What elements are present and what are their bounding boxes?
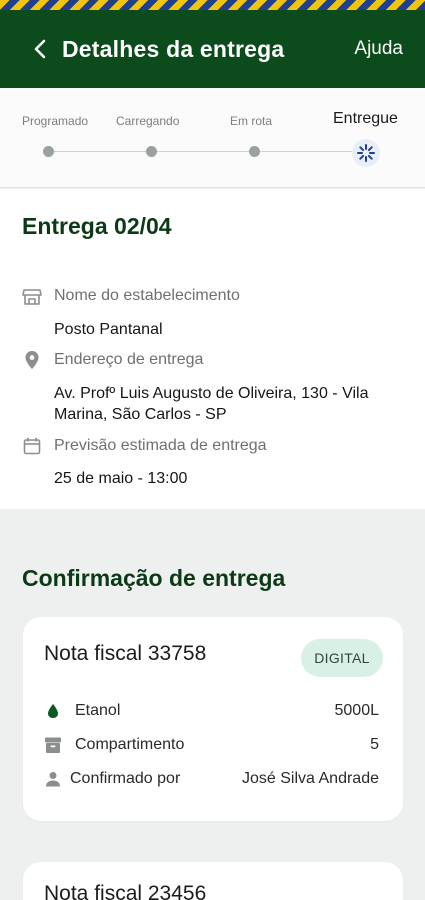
calendar-icon	[22, 436, 42, 456]
help-button[interactable]: Ajuda	[354, 38, 403, 60]
product-value: 5000L	[334, 702, 380, 719]
invoice-title: Nota fiscal 23456	[44, 882, 207, 900]
step-dot	[146, 146, 157, 157]
confirmed-by-label: Confirmado por	[70, 770, 181, 787]
confirmed-by-value: José Silva Andrade	[242, 770, 379, 787]
drop-icon	[44, 702, 62, 720]
back-arrow-icon	[34, 39, 46, 59]
compartment-label: Compartimento	[75, 736, 185, 753]
eta-value: 25 de maio - 13:00	[54, 470, 188, 487]
establishment-value: Posto Pantanal	[54, 321, 163, 338]
step-label-programado: Programado	[22, 114, 89, 128]
step-label-carregando: Carregando	[116, 114, 180, 128]
store-icon	[22, 287, 42, 307]
back-button[interactable]	[26, 35, 54, 63]
confirmation-title: Confirmação de entrega	[22, 565, 286, 591]
person-icon	[44, 770, 62, 788]
step-label-entregue: Entregue	[333, 110, 398, 127]
product-label: Etanol	[75, 702, 121, 719]
address-label: Endereço de entrega	[54, 351, 204, 368]
archive-icon	[44, 736, 62, 754]
page-title: Detalhes da entrega	[62, 35, 285, 62]
step-dot	[43, 146, 54, 157]
delivery-info-section: Entrega 02/04 Nome do estabelecimento Po…	[0, 189, 425, 509]
step-dot	[249, 146, 260, 157]
delivery-title: Entrega 02/04	[22, 213, 172, 239]
location-pin-icon	[22, 350, 42, 370]
app-header: Detalhes da entrega Ajuda	[0, 10, 425, 88]
invoice-title: Nota fiscal 33758	[44, 642, 207, 665]
step-connector	[157, 151, 249, 152]
step-connector	[260, 151, 352, 152]
invoice-card[interactable]: Nota fiscal 23456	[23, 862, 403, 900]
digital-badge: DIGITAL	[301, 639, 383, 677]
invoice-card[interactable]: Nota fiscal 33758 DIGITAL Etanol 5000L C…	[23, 617, 403, 821]
step-label-em-rota: Em rota	[230, 114, 273, 128]
spinner-icon	[357, 144, 375, 162]
delivery-stepper: Programado Carregando Em rota Entregue	[0, 88, 425, 188]
eta-label: Previsão estimada de entrega	[54, 437, 267, 454]
address-value: Av. Profº Luis Augusto de Oliveira, 130 …	[54, 385, 369, 423]
top-stripe	[0, 0, 425, 10]
establishment-label: Nome do estabelecimento	[54, 287, 240, 304]
compartment-value: 5	[370, 736, 379, 753]
step-current-indicator	[352, 139, 380, 167]
step-connector	[54, 151, 146, 152]
